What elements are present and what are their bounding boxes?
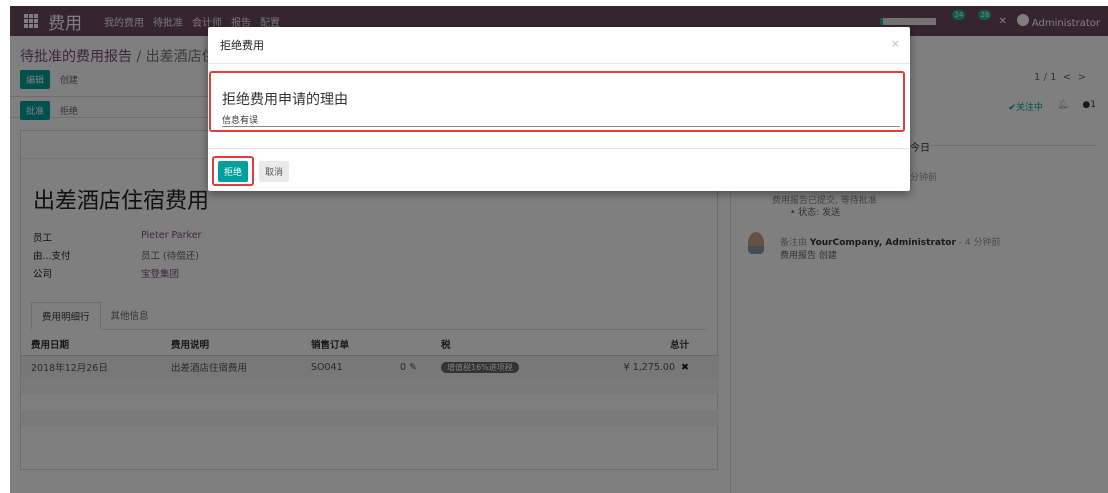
dialog-title: 拒绝费用 — [220, 39, 264, 52]
close-icon[interactable]: × — [891, 37, 900, 50]
reason-highlight: 拒绝费用申请的理由 — [209, 71, 905, 132]
refuse-expense-dialog: 拒绝费用 × 拒绝费用申请的理由 拒绝 取消 — [208, 27, 910, 191]
dialog-header: 拒绝费用 — [208, 27, 910, 64]
dialog-footer: 拒绝 取消 — [208, 148, 910, 191]
reason-input[interactable] — [222, 113, 900, 127]
reason-label: 拒绝费用申请的理由 — [222, 92, 348, 108]
reject-button[interactable]: 拒绝 — [218, 161, 249, 182]
cancel-button[interactable]: 取消 — [259, 161, 290, 182]
